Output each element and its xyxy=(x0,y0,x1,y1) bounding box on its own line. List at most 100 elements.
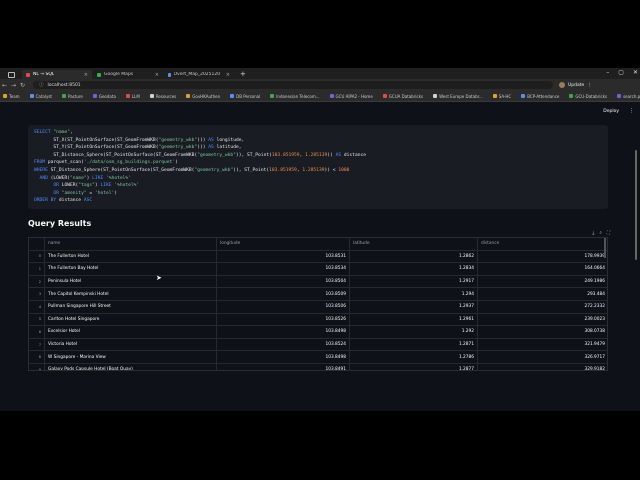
bookmark-item[interactable]: Team xyxy=(3,94,20,99)
cell-longitude[interactable]: 103.8524 xyxy=(217,338,350,351)
update-button[interactable]: Update ⋮ xyxy=(559,82,592,88)
table-row[interactable]: 1 The Fullerton Bay Hotel 103.8534 1.2834 16… xyxy=(29,263,607,276)
address-bar[interactable]: ⓘ localhost:8501 xyxy=(33,81,553,89)
table-row[interactable]: 7 Victoria Hotel 103.8524 1.2871 321.9479 xyxy=(29,338,607,352)
tab-0[interactable]: NL → SQL × xyxy=(22,70,92,79)
bookmark-item[interactable]: Indonesian Telecom... xyxy=(270,94,320,99)
table-scrollbar[interactable] xyxy=(604,238,606,258)
tab-actions[interactable] xyxy=(0,70,22,79)
site-info-icon[interactable]: ⓘ xyxy=(39,82,44,88)
cell-longitude[interactable]: 103.8506 xyxy=(217,300,350,313)
new-tab-button[interactable]: + xyxy=(235,70,251,79)
cell-latitude[interactable]: 1.2786 xyxy=(350,351,478,363)
app-menu-icon[interactable]: ⋮ xyxy=(629,108,634,114)
cell-name[interactable]: The Capitol Kempinski Hotel xyxy=(45,288,217,300)
bookmark-item[interactable]: West Europe Databr... xyxy=(433,94,483,99)
table-row[interactable]: 2 Peninsula Hotel 103.8504 1.2917 249.1986 xyxy=(29,275,607,289)
tab-close-icon[interactable]: × xyxy=(78,72,88,78)
download-icon[interactable]: ⤓ xyxy=(592,230,594,236)
cell-longitude[interactable]: 103.8491 xyxy=(217,363,350,370)
cell-latitude[interactable]: 1.292 xyxy=(350,326,478,338)
cell-distance[interactable]: 293.484 xyxy=(478,288,607,300)
tab-2[interactable]: Overt_Map_20251206-2315.html× xyxy=(164,70,234,79)
column-header-longitude[interactable]: longitude xyxy=(217,238,350,250)
cell-latitude[interactable]: 1.2917 xyxy=(350,275,478,288)
table-row[interactable]: 3 The Capitol Kempinski Hotel 103.8509 1.29… xyxy=(29,288,607,301)
cell-latitude[interactable]: 1.2877 xyxy=(350,363,478,370)
bookmark-item[interactable]: Pasture xyxy=(61,93,83,99)
deploy-button[interactable]: Deploy xyxy=(603,109,619,114)
bookmark-item[interactable]: search.php xyxy=(617,94,640,99)
column-header-latitude[interactable]: latitude xyxy=(350,238,478,250)
forward-icon[interactable]: → xyxy=(9,82,18,89)
cell-distance[interactable]: 321.9479 xyxy=(478,339,607,351)
cell-latitude[interactable]: 1.2862 xyxy=(350,250,478,263)
cell-name[interactable]: Peninsula Hotel xyxy=(45,275,217,288)
page-scrollbar[interactable] xyxy=(635,150,637,260)
bookmark-item[interactable]: GCU AIPA2 - Home xyxy=(329,94,373,99)
cell-latitude[interactable]: 1.2961 xyxy=(350,313,478,326)
table-row[interactable]: 8W Singapore - Marina View 103.8498 1.2786… xyxy=(29,351,607,364)
cell-name[interactable]: Excelsior Hotel xyxy=(45,326,217,338)
tab-close-icon[interactable]: × xyxy=(220,72,230,78)
bookmark-item[interactable]: GCUA Databricks xyxy=(382,94,423,99)
bookmark-item[interactable]: Resources xyxy=(149,94,176,99)
bookmark-item[interactable]: GovHKAuthen xyxy=(186,94,220,99)
avatar[interactable] xyxy=(559,82,565,88)
table-row[interactable]: 6 Excelsior Hotel 103.8498 1.292 308.0738 xyxy=(29,326,607,339)
search-icon[interactable]: ⌕ xyxy=(599,230,602,236)
browser-menu-icon[interactable]: ⋮ xyxy=(587,83,592,88)
bookmark-item[interactable]: BCP-Attendance xyxy=(521,94,559,99)
cell-latitude[interactable]: 1.2937 xyxy=(350,300,478,313)
cell-longitude[interactable]: 103.8526 xyxy=(217,313,350,326)
bookmark-item[interactable]: DB Personal xyxy=(230,94,260,99)
bookmark-item[interactable]: Catalyst xyxy=(29,94,52,99)
cell-longitude[interactable]: 103.8509 xyxy=(217,288,350,300)
fullscreen-icon[interactable]: ⛶ xyxy=(607,230,610,236)
cell-longitude[interactable]: 103.8498 xyxy=(217,351,350,363)
reload-icon[interactable]: ↻ xyxy=(18,82,27,89)
cell-distance[interactable]: 308.0738 xyxy=(478,326,607,338)
bookmark-item[interactable]: Geodata xyxy=(92,94,116,99)
cell-longitude[interactable]: 103.8531 xyxy=(217,250,350,263)
table-row[interactable]: 4 Pullman Singapore Hill Street 103.8506 1.… xyxy=(29,300,607,314)
maximize-icon[interactable]: ▢ xyxy=(618,69,624,76)
cell-latitude[interactable]: 1.294 xyxy=(350,288,478,300)
cell-longitude[interactable]: 103.8498 xyxy=(217,326,350,338)
minimize-icon[interactable]: – xyxy=(606,69,609,76)
cell-longitude[interactable]: 103.8534 xyxy=(217,263,350,275)
cell-latitude[interactable]: 1.2871 xyxy=(350,338,478,351)
bookmark-item[interactable]: SA-HC xyxy=(492,94,511,99)
cell-name[interactable]: The Fullerton Hotel xyxy=(45,250,217,263)
column-header-name[interactable]: name xyxy=(45,238,217,250)
cell-name[interactable]: Pullman Singapore Hill Street xyxy=(45,300,217,313)
window-menu-icon[interactable] xyxy=(7,71,15,78)
cell-distance[interactable]: 272.2332 xyxy=(478,301,607,313)
cell-name[interactable]: W Singapore - Marina View xyxy=(45,351,217,363)
back-icon[interactable]: ← xyxy=(0,82,9,89)
close-window-icon[interactable]: ✕ xyxy=(633,69,638,76)
bookmark-item[interactable]: GCU-Databricks xyxy=(569,94,607,99)
tab-close-icon[interactable]: × xyxy=(149,72,159,78)
cell-distance[interactable]: 178.9939 xyxy=(478,251,607,263)
bookmark-icon xyxy=(433,94,438,98)
cell-distance[interactable]: 249.1986 xyxy=(478,276,607,288)
cell-name[interactable]: Galaxy Pods Capsule Hotel (Boat Quay) xyxy=(45,363,217,370)
cell-latitude[interactable]: 1.2834 xyxy=(350,263,478,275)
cell-name[interactable]: Victoria Hotel xyxy=(45,338,217,351)
tab-1[interactable]: Google Maps × xyxy=(93,70,163,79)
table-row[interactable]: 0 The Fullerton Hotel 103.8531 1.2862 178.99… xyxy=(29,250,607,264)
cell-distance[interactable]: 326.9717 xyxy=(478,351,607,363)
results-table[interactable]: name longitude latitude distance 0 The Fu… xyxy=(28,237,608,371)
cell-longitude[interactable]: 103.8504 xyxy=(217,275,350,288)
cell-name[interactable]: Carlton Hotel Singapore xyxy=(45,313,217,326)
bookmark-item[interactable]: LLM xyxy=(125,94,140,99)
column-header-distance[interactable]: distance xyxy=(478,238,607,250)
cell-distance[interactable]: 329.9182 xyxy=(478,364,607,370)
bookmark-label: Pasture xyxy=(67,93,83,99)
table-row[interactable]: 5 Carlton Hotel Singapore 103.8526 1.2961 23… xyxy=(29,313,607,327)
cell-distance[interactable]: 239.0023 xyxy=(478,314,607,326)
cell-distance[interactable]: 164.0664 xyxy=(478,263,607,275)
cell-name[interactable]: The Fullerton Bay Hotel xyxy=(45,263,217,275)
table-row[interactable]: 9 Galaxy Pods Capsule Hotel (Boat Quay) 10… xyxy=(29,363,607,370)
